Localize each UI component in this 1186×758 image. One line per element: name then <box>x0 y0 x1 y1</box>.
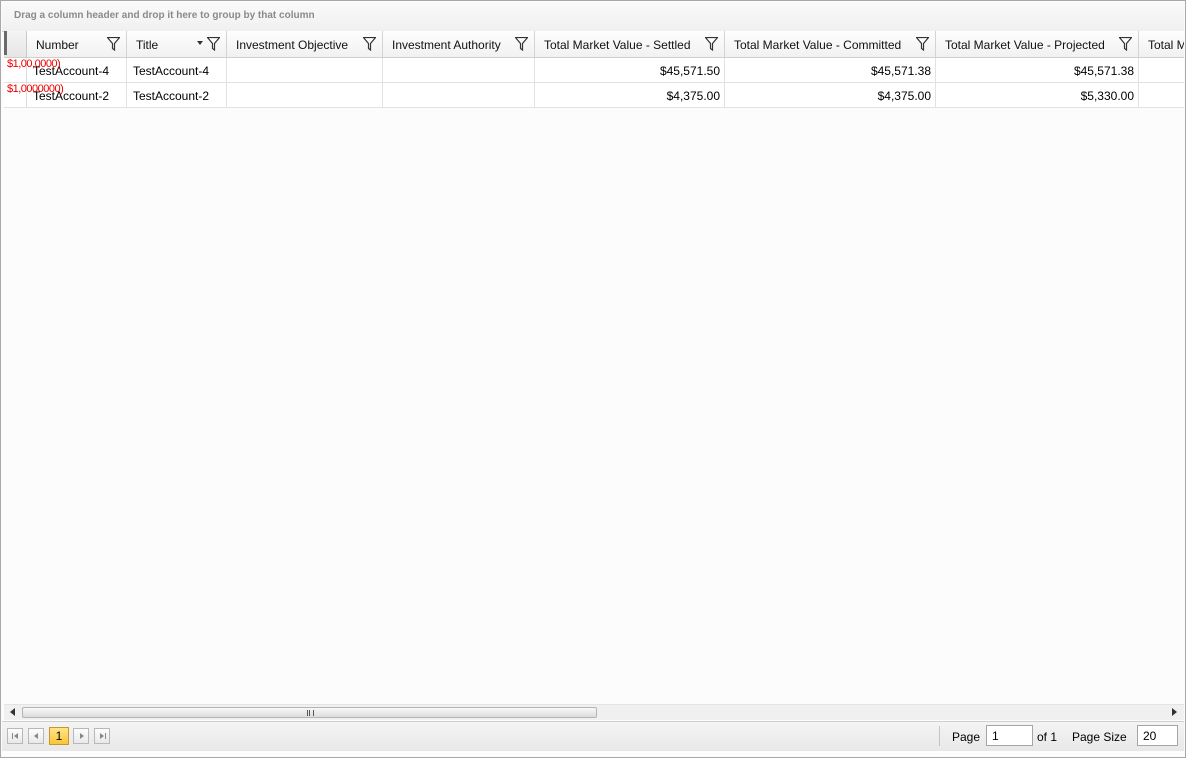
cell-title[interactable]: TestAccount-2 <box>127 83 227 107</box>
prev-page-button[interactable] <box>28 728 44 744</box>
filter-icon[interactable] <box>363 37 376 51</box>
column-header-number[interactable]: Number <box>27 31 127 57</box>
pager-divider <box>939 726 940 746</box>
filter-icon[interactable] <box>107 37 120 51</box>
group-by-panel[interactable]: Drag a column header and drop it here to… <box>2 2 1184 32</box>
filter-icon[interactable] <box>207 37 220 51</box>
filter-icon[interactable] <box>916 37 929 51</box>
last-page-button[interactable] <box>94 728 110 744</box>
page-size-input[interactable] <box>1137 725 1178 746</box>
cell-total-market-value-projected[interactable]: $5,330.00 <box>936 83 1139 107</box>
page-label: Page <box>952 730 981 744</box>
grid-left-edge <box>4 31 7 55</box>
cell-total-market-value-settled[interactable]: $45,571.50 <box>535 58 725 82</box>
filter-icon[interactable] <box>1119 37 1132 51</box>
overlapping-red-text: $1,00,0000) <box>7 58 61 70</box>
page-input[interactable] <box>986 725 1033 746</box>
sort-desc-icon <box>197 41 203 45</box>
column-header-label: Number <box>36 38 79 52</box>
cell-investment-authority[interactable] <box>383 58 535 82</box>
last-page-icon <box>100 733 104 739</box>
column-header-label: Investment Objective <box>236 38 349 52</box>
grid-container: Drag a column header and drop it here to… <box>0 0 1186 758</box>
column-header-label: Total Market Value - Settled <box>544 38 691 52</box>
grip-icon <box>307 710 314 716</box>
column-header-label: Total Market Value - Committed <box>734 38 902 52</box>
horizontal-scrollbar[interactable] <box>4 704 1184 720</box>
group-by-hint: Drag a column header and drop it here to… <box>14 10 315 21</box>
next-page-button[interactable] <box>73 728 89 744</box>
cell-total-market-value-committed[interactable]: $45,571.38 <box>725 58 936 82</box>
cell-investment-objective[interactable] <box>227 83 383 107</box>
column-header-title[interactable]: Title <box>127 31 227 57</box>
cell-total-market-value-projected[interactable]: $45,571.38 <box>936 58 1139 82</box>
filter-icon[interactable] <box>515 37 528 51</box>
column-header-label: Total Market Value - Projected <box>945 38 1105 52</box>
column-header-row: Number Title Investment Objective Invest… <box>4 31 1184 58</box>
column-header-total-market-value-settled[interactable]: Total Market Value - Settled <box>535 31 725 57</box>
cell-total-market-value-committed[interactable]: $4,375.00 <box>725 83 936 107</box>
table-row[interactable]: TestAccount-4 TestAccount-4 $45,571.50 $… <box>4 58 1184 83</box>
column-header-label: Title <box>136 38 159 52</box>
page-total-label: of 1 <box>1037 730 1058 744</box>
table-row[interactable]: TestAccount-2 TestAccount-2 $4,375.00 $4… <box>4 83 1184 108</box>
prev-page-icon <box>34 733 38 739</box>
filter-icon[interactable] <box>705 37 718 51</box>
column-header-label: Investment Authority <box>392 38 501 52</box>
page-number-current[interactable]: 1 <box>49 727 69 745</box>
column-header-investment-authority[interactable]: Investment Authority <box>383 31 535 57</box>
scroll-left-icon[interactable] <box>10 708 15 716</box>
next-page-icon <box>80 733 84 739</box>
scroll-right-icon[interactable] <box>1172 708 1177 716</box>
scrollbar-thumb[interactable] <box>22 707 597 718</box>
cell-title[interactable]: TestAccount-4 <box>127 58 227 82</box>
column-header-total-market-value-projected[interactable]: Total Market Value - Projected <box>936 31 1139 57</box>
page-size-label: Page Size <box>1072 730 1127 744</box>
first-page-icon <box>12 733 13 739</box>
column-header-label: Total M <box>1148 38 1184 52</box>
first-page-button[interactable] <box>7 728 23 744</box>
cell-investment-objective[interactable] <box>227 58 383 82</box>
cell-total-market-value-partial[interactable] <box>1139 83 1184 107</box>
cell-total-market-value-partial[interactable] <box>1139 58 1184 82</box>
overlapping-red-text: $1,0000000) <box>7 83 64 95</box>
column-header-total-market-value-committed[interactable]: Total Market Value - Committed <box>725 31 936 57</box>
column-header-total-market-value-partial[interactable]: Total M <box>1139 31 1184 57</box>
pager-bar: 1 Page of 1 Page Size <box>2 721 1184 751</box>
cell-total-market-value-settled[interactable]: $4,375.00 <box>535 83 725 107</box>
row-indicator-header <box>4 31 27 57</box>
column-header-investment-objective[interactable]: Investment Objective <box>227 31 383 57</box>
cell-investment-authority[interactable] <box>383 83 535 107</box>
